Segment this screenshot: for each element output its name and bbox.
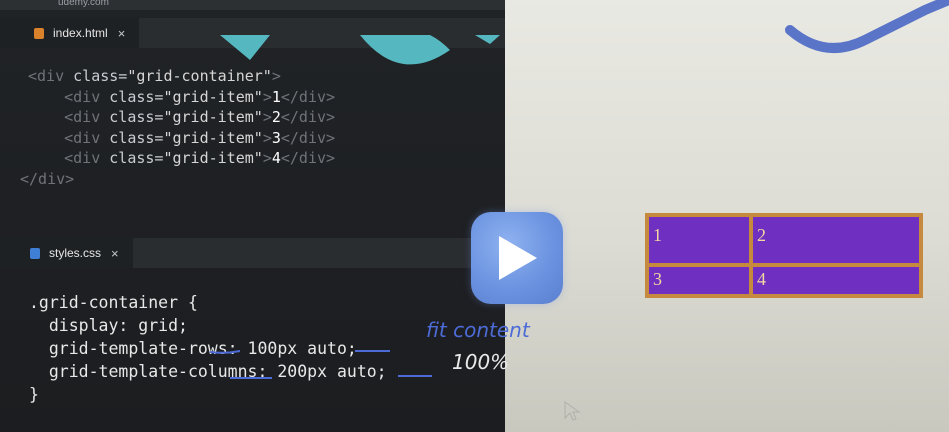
- decorative-squiggle: [785, 0, 949, 53]
- tab-styles-css[interactable]: styles.css ×: [0, 238, 133, 268]
- annotation-underlines: [209, 350, 432, 379]
- underline-rows: [209, 350, 241, 354]
- grid-cell-3: 3: [649, 267, 749, 294]
- grid-cell-1: 1: [649, 217, 749, 263]
- tab-label: styles.css: [49, 246, 102, 260]
- squiggle-stroke: [785, 0, 949, 53]
- grid-demo: 1 2 3 4: [645, 213, 923, 298]
- play-icon: [499, 236, 537, 280]
- cursor-icon: [564, 401, 581, 421]
- browser-topbar: udemy.com: [0, 0, 505, 10]
- teal-shard: [475, 35, 500, 44]
- html-file-icon: [34, 27, 44, 39]
- code-editor: udemy.com index.html × <div class="grid-…: [0, 0, 505, 432]
- close-icon[interactable]: ×: [118, 26, 126, 41]
- tab-index-html[interactable]: index.html ×: [0, 18, 140, 48]
- site-label: udemy.com: [58, 0, 109, 8]
- close-icon[interactable]: ×: [111, 246, 119, 261]
- teal-blob: [360, 35, 450, 65]
- html-code: <div class="grid-container"> <div class=…: [20, 67, 336, 188]
- grid-cell-4: 4: [753, 267, 919, 294]
- play-button[interactable]: [471, 212, 563, 304]
- note-100-percent: 100%: [452, 350, 510, 374]
- css-file-icon: [30, 247, 40, 259]
- teal-triangle: [220, 35, 270, 60]
- tab-label: index.html: [53, 26, 108, 40]
- cursor-outline: [564, 401, 581, 421]
- grid-cell-2: 2: [753, 217, 919, 263]
- note-fit-content: fit content: [426, 318, 530, 342]
